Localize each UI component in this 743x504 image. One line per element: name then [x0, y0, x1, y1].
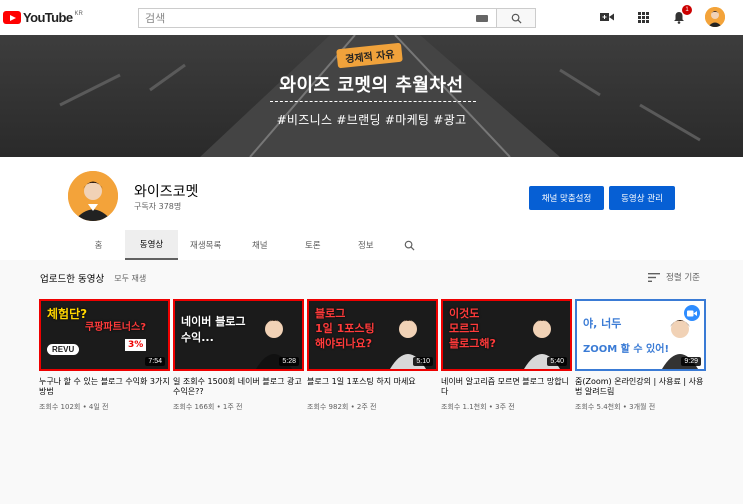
video-card[interactable]: 이것도 모르고 블로그해? 5:40 네이버 알고리즘 모르면 블로그 망합니다… [441, 299, 572, 412]
thumb-text: 해야되나요? [315, 337, 372, 350]
thumb-text: 1일 1포스팅 [315, 322, 375, 335]
video-title[interactable]: 블로그 1일 1포스팅 하지 마세요 [307, 377, 438, 397]
video-title[interactable]: 누구나 할 수 있는 블로그 수익화 3가지 방법 [39, 377, 170, 397]
section-header: 업로드한 동영상 모두 재생 [40, 271, 146, 286]
apps-grid-icon [637, 11, 649, 23]
tab-about[interactable]: 정보 [339, 230, 392, 260]
thumb-text: 쿠팡파트너스? [85, 322, 147, 333]
apps-button[interactable] [633, 7, 653, 27]
top-icons: 1 [597, 5, 725, 27]
sort-icon [648, 272, 660, 282]
channel-header: 와이즈코멧 구독자 378명 채널 맞춤설정 동영상 관리 홈 동영상 재생목록… [0, 157, 743, 260]
sort-label: 정렬 기준 [666, 273, 700, 283]
account-avatar[interactable] [705, 7, 725, 27]
video-duration: 7:54 [145, 357, 165, 366]
account-avatar-image [705, 7, 725, 27]
video-title[interactable]: 줌(Zoom) 온라인강의 | 사용료 | 사용법 알려드림 [575, 377, 706, 397]
thumb-text: 블로그 [315, 307, 346, 320]
video-meta: 조회수 1.1천회 • 3주 전 [441, 403, 515, 411]
video-duration: 5:28 [279, 357, 299, 366]
search-button[interactable] [496, 8, 536, 28]
youtube-logo[interactable]: YouTube KR [3, 10, 83, 25]
search-input[interactable]: 검색 [138, 8, 496, 28]
notifications-button[interactable]: 1 [669, 5, 692, 27]
thumb-text: ZOOM 할 수 있어! [583, 344, 670, 355]
video-duration: 5:10 [413, 357, 433, 366]
search-icon [404, 240, 415, 251]
channel-name: 와이즈코멧 [134, 184, 199, 200]
manage-videos-button[interactable]: 동영상 관리 [609, 186, 675, 210]
keyboard-icon[interactable] [476, 15, 488, 22]
customize-channel-button[interactable]: 채널 맞춤설정 [529, 186, 604, 210]
video-title[interactable]: 일 조회수 1500회 네이버 블로그 광고 수익은?? [173, 377, 304, 397]
section-title: 업로드한 동영상 [40, 274, 105, 285]
thumb-text: 네이버 블로그 [181, 315, 246, 328]
thumb-text: 야, 너두 [583, 317, 622, 330]
video-meta: 조회수 982회 • 2주 전 [307, 403, 377, 411]
tab-channels[interactable]: 채널 [233, 230, 286, 260]
video-title[interactable]: 네이버 알고리즘 모르면 블로그 망합니다 [441, 377, 572, 397]
video-duration: 9:29 [681, 357, 701, 366]
tab-playlists[interactable]: 재생목록 [178, 230, 233, 260]
banner-title: 와이즈 코멧의 추월차선 [279, 75, 464, 96]
search-icon [511, 13, 522, 24]
thumb-badge: 3% [125, 339, 147, 351]
channel-tabs: 홈 동영상 재생목록 채널 토론 정보 [72, 230, 415, 260]
video-thumbnail[interactable]: 네이버 블로그 수익... 5:28 [173, 299, 304, 371]
create-video-button[interactable] [597, 7, 617, 27]
subscriber-count: 구독자 378명 [134, 202, 182, 211]
video-duration: 5:40 [547, 357, 567, 366]
video-camera-icon [600, 13, 614, 21]
video-thumbnail[interactable]: 체험단? 쿠팡파트너스? REVU 3% 7:54 [39, 299, 170, 371]
search-placeholder: 검색 [145, 12, 166, 25]
youtube-play-icon [3, 11, 21, 24]
thumb-text: 모르고 [449, 322, 480, 335]
video-thumbnail[interactable]: 야, 너두 ZOOM 할 수 있어! 9:29 [575, 299, 706, 371]
notification-badge: 1 [682, 5, 692, 15]
video-meta: 조회수 166회 • 1주 전 [173, 403, 243, 411]
search-bar: 검색 [138, 8, 536, 28]
logo-text: YouTube [23, 10, 73, 25]
thumb-text: 이것도 [449, 307, 480, 320]
thumb-text: 수익... [181, 331, 214, 344]
banner-divider [270, 101, 476, 102]
video-thumbnail[interactable]: 이것도 모르고 블로그해? 5:40 [441, 299, 572, 371]
banner-hashtags: #비즈니스 #브랜딩 #마케팅 #광고 [276, 113, 467, 127]
logo-country: KR [74, 10, 83, 17]
thumb-text: 블로그해? [449, 337, 496, 350]
channel-banner: 경제적 자유 와이즈 코멧의 추월차선 #비즈니스 #브랜딩 #마케팅 #광고 [0, 35, 743, 157]
video-thumbnail[interactable]: 블로그 1일 1포스팅 해야되나요? 5:10 [307, 299, 438, 371]
tab-videos[interactable]: 동영상 [125, 230, 178, 260]
video-grid: 체험단? 쿠팡파트너스? REVU 3% 7:54 누구나 할 수 있는 블로그… [39, 299, 706, 412]
video-meta: 조회수 102회 • 4일 전 [39, 403, 109, 411]
revu-logo: REVU [47, 344, 80, 355]
video-card[interactable]: 블로그 1일 1포스팅 해야되나요? 5:10 블로그 1일 1포스팅 하지 마… [307, 299, 438, 412]
video-card[interactable]: 야, 너두 ZOOM 할 수 있어! 9:29 줌(Zoom) 온라인강의 | … [575, 299, 706, 412]
video-card[interactable]: 네이버 블로그 수익... 5:28 일 조회수 1500회 네이버 블로그 광… [173, 299, 304, 412]
tab-home[interactable]: 홈 [72, 230, 125, 260]
video-card[interactable]: 체험단? 쿠팡파트너스? REVU 3% 7:54 누구나 할 수 있는 블로그… [39, 299, 170, 412]
top-bar: YouTube KR 검색 1 [0, 0, 743, 35]
play-all-link[interactable]: 모두 재생 [114, 273, 146, 284]
sort-button[interactable]: 정렬 기준 [648, 271, 700, 283]
thumb-text: 체험단? [47, 307, 88, 321]
channel-avatar[interactable] [68, 171, 118, 221]
channel-search-button[interactable] [392, 230, 415, 260]
video-meta: 조회수 5.4천회 • 3개월 전 [575, 403, 656, 411]
channel-avatar-image [68, 171, 118, 221]
tab-discussion[interactable]: 토론 [286, 230, 339, 260]
